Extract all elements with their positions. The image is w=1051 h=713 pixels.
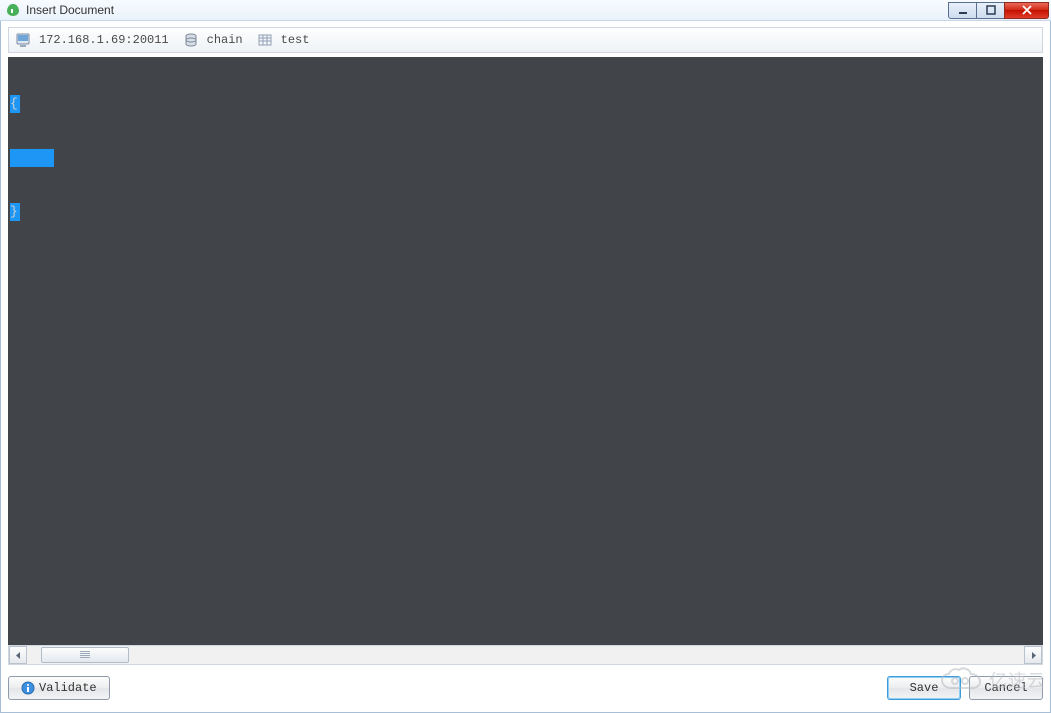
titlebar: Insert Document: [0, 0, 1051, 21]
info-icon: [21, 681, 35, 695]
database-name: chain: [207, 33, 243, 47]
titlebar-left: Insert Document: [6, 3, 114, 17]
editor-line-1: {: [10, 96, 18, 111]
scroll-thumb[interactable]: [41, 647, 129, 663]
editor-content[interactable]: { }: [8, 57, 1043, 259]
cancel-label: Cancel: [984, 681, 1027, 695]
code-editor[interactable]: { }: [8, 57, 1043, 645]
save-label: Save: [910, 681, 939, 695]
scroll-track[interactable]: [27, 646, 1024, 664]
collection-name: test: [281, 33, 310, 47]
server-address: 172.168.1.69:20011: [39, 33, 169, 47]
scroll-left-button[interactable]: [9, 646, 27, 664]
close-button[interactable]: [1004, 2, 1049, 19]
app-icon: [6, 3, 20, 17]
server-icon: [15, 32, 31, 48]
validate-button[interactable]: Validate: [8, 676, 110, 700]
window-controls: [949, 2, 1049, 19]
save-button[interactable]: Save: [887, 676, 961, 700]
collection-icon: [257, 32, 273, 48]
database-icon: [183, 32, 199, 48]
window-title: Insert Document: [26, 3, 114, 17]
horizontal-scrollbar[interactable]: [8, 645, 1043, 665]
editor-line-2: [10, 149, 54, 167]
footer: Validate Save Cancel: [8, 665, 1043, 705]
minimize-button[interactable]: [948, 2, 977, 19]
editor-line-3: }: [10, 204, 18, 219]
path-bar: 172.168.1.69:20011 chain test: [8, 27, 1043, 53]
cancel-button[interactable]: Cancel: [969, 676, 1043, 700]
window-body: 172.168.1.69:20011 chain test { }: [0, 21, 1051, 713]
maximize-button[interactable]: [976, 2, 1005, 19]
scroll-right-button[interactable]: [1024, 646, 1042, 664]
validate-label: Validate: [39, 681, 97, 695]
